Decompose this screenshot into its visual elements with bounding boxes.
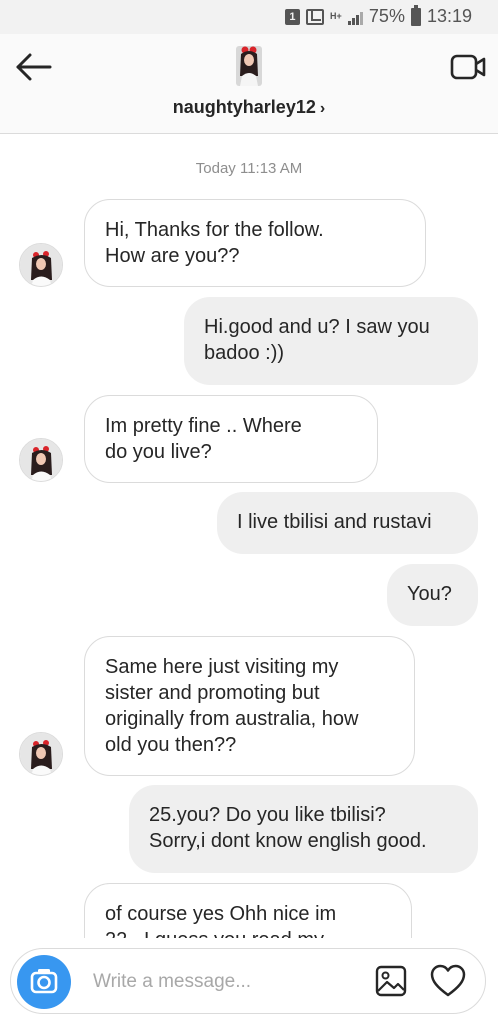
- message-bubble-outgoing[interactable]: I live tbilisi and rustavi: [217, 492, 478, 554]
- status-icons: 1 H+ 75% 13:19: [284, 4, 472, 27]
- back-button[interactable]: [14, 50, 54, 84]
- header-username[interactable]: naughtyharley12 ›: [0, 97, 498, 118]
- message-line: sister and promoting but: [105, 682, 320, 704]
- back-arrow-icon: [16, 53, 52, 81]
- status-bar: 1 H+ 75% 13:19: [0, 0, 498, 34]
- gallery-icon: [375, 965, 407, 997]
- message-line: Im pretty fine .. Where: [105, 415, 302, 437]
- message-line: 22.. I guess you read my: [105, 927, 391, 938]
- message-line: originally from australia, how: [105, 708, 359, 730]
- thread-timestamp: Today 11:13 AM: [195, 160, 303, 177]
- username-text: naughtyharley12: [172, 97, 316, 117]
- video-call-button[interactable]: [450, 52, 486, 82]
- message-line: of course yes Ohh nice im: [105, 903, 337, 925]
- message-bubble-outgoing[interactable]: Hi.good and u? I saw you badoo :)): [184, 297, 478, 385]
- message-line: Same here just visiting my: [105, 656, 339, 678]
- signal-icon: [347, 9, 363, 25]
- video-camera-icon: [450, 54, 486, 80]
- sender-avatar[interactable]: [19, 243, 63, 287]
- message-thread[interactable]: Today 11:13 AM Hi, Thanks for the follow…: [0, 135, 498, 938]
- message-bubble-outgoing[interactable]: 25.you? Do you like tbilisi? Sorry,i don…: [129, 785, 478, 873]
- message-line: How are you??: [105, 245, 240, 267]
- message-input[interactable]: [93, 963, 363, 1001]
- message-line: I live tbilisi and rustavi: [237, 511, 432, 533]
- clock: 13:19: [426, 6, 472, 26]
- message-bubble-incoming[interactable]: Same here just visiting my sister and pr…: [84, 636, 415, 776]
- chevron-right-icon: ›: [319, 100, 326, 117]
- gallery-button[interactable]: [373, 963, 409, 999]
- message-line: 25.you? Do you like tbilisi?: [149, 804, 386, 826]
- heart-icon: [430, 964, 466, 997]
- message-bubble-incoming[interactable]: of course yes Ohh nice im 22.. I guess y…: [84, 883, 412, 938]
- header-avatar[interactable]: [236, 46, 262, 86]
- sender-avatar[interactable]: [19, 438, 63, 482]
- message-line: do you live?: [105, 441, 212, 463]
- battery-percent: 75%: [368, 6, 405, 26]
- camera-button[interactable]: [17, 955, 71, 1009]
- sender-avatar[interactable]: [19, 732, 63, 776]
- message-composer: [10, 948, 486, 1014]
- message-line: badoo :)): [204, 342, 285, 364]
- message-line: Hi, Thanks for the follow.: [105, 219, 324, 241]
- like-button[interactable]: [429, 962, 467, 1000]
- message-line: Sorry,i dont know english good.: [149, 830, 427, 852]
- network-type-icon: H+: [330, 11, 342, 21]
- battery-icon: [410, 4, 421, 26]
- chat-header: naughtyharley12 ›: [0, 34, 498, 134]
- nfc-icon: [305, 8, 324, 25]
- message-bubble-incoming[interactable]: Hi, Thanks for the follow. How are you??: [84, 199, 426, 287]
- composer-area: [0, 938, 498, 1024]
- message-bubble-incoming[interactable]: Im pretty fine .. Where do you live?: [84, 395, 378, 483]
- message-line: Hi.good and u? I saw you: [204, 316, 430, 338]
- sim-icon: 1: [284, 8, 300, 25]
- camera-icon: [30, 969, 58, 994]
- message-bubble-outgoing[interactable]: You?: [387, 564, 478, 626]
- message-line: old you then??: [105, 734, 237, 756]
- message-line: You?: [407, 583, 452, 605]
